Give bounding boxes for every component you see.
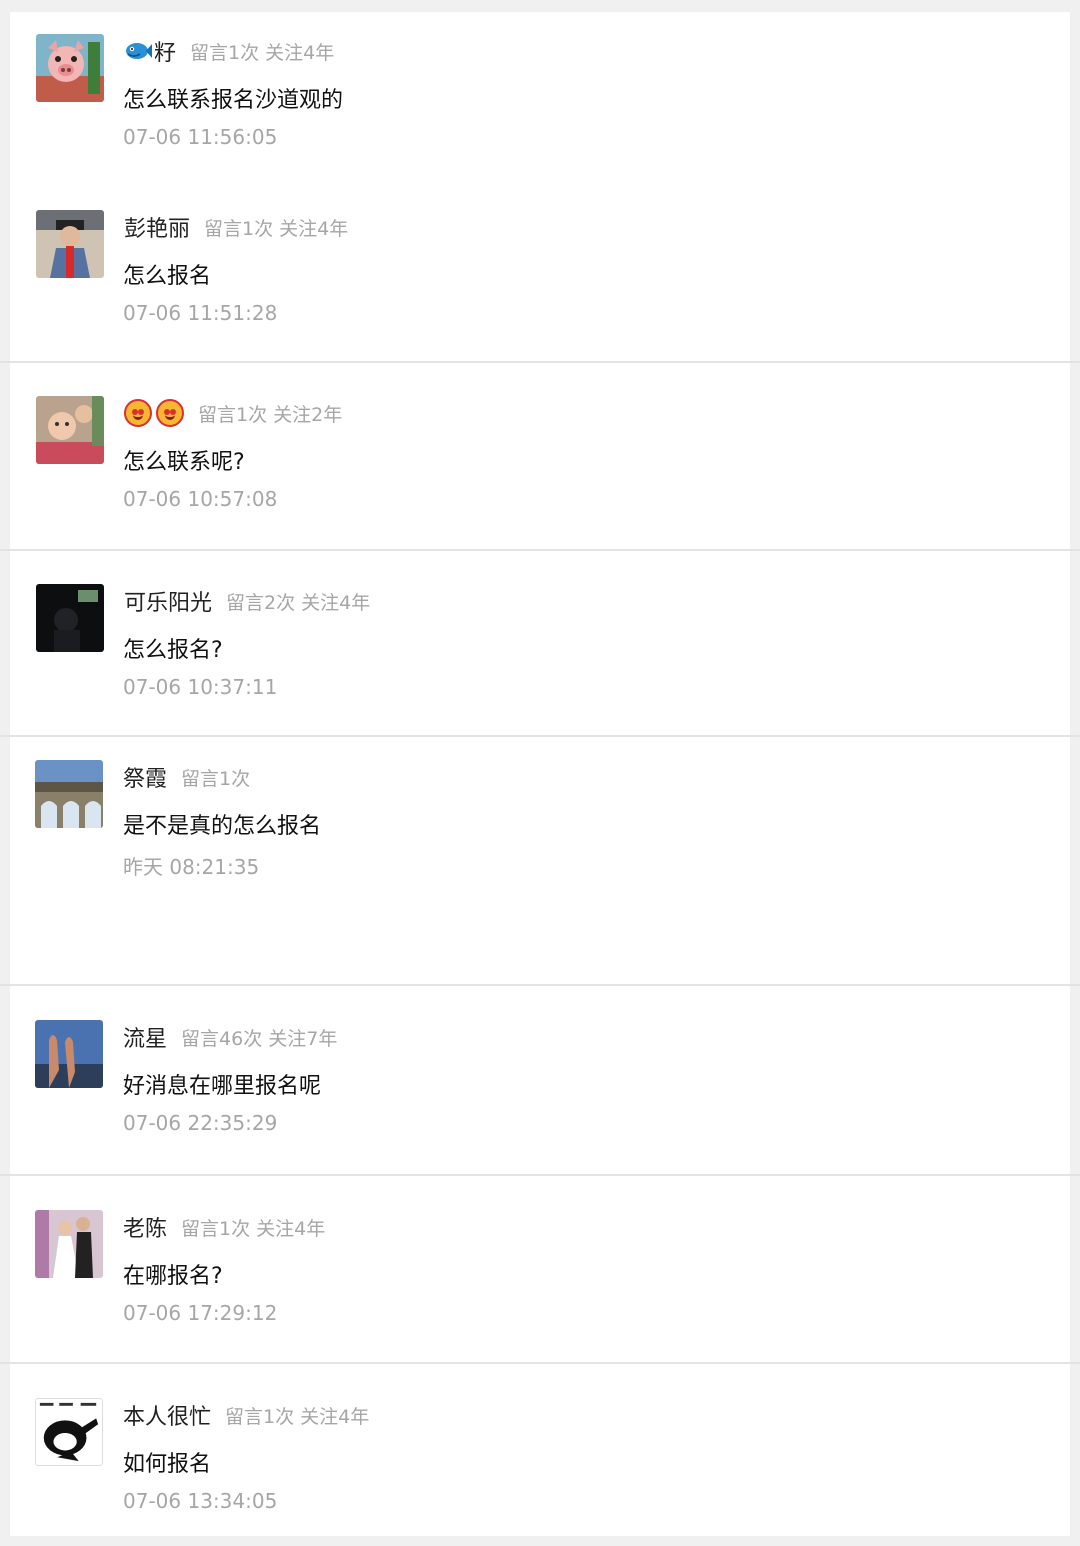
user-stats: 留言46次 关注7年: [181, 1027, 338, 1050]
blue-fish-icon: [126, 43, 152, 59]
comment-time: 昨天 08:21:35: [123, 855, 260, 879]
comment-meta: 留言1次 关注2年: [124, 396, 342, 430]
smiling-devil-emoji-icon: [124, 399, 152, 427]
user-stats: 留言1次 关注4年: [181, 1217, 326, 1240]
comment-meta: 可乐阳光 留言2次 关注4年: [124, 584, 370, 618]
user-name[interactable]: 籽: [154, 35, 176, 67]
comment-meta: 老陈 留言1次 关注4年: [123, 1210, 325, 1244]
user-name[interactable]: 祭霞: [123, 761, 167, 793]
comment-time: 07-06 13:34:05: [123, 1489, 278, 1513]
comment-text: 怎么联系呢?: [123, 450, 245, 475]
comment-text: 怎么联系报名沙道观的: [123, 88, 344, 113]
divider: [0, 361, 1080, 363]
comment-text: 是不是真的怎么报名: [123, 814, 322, 839]
comment-time: 07-06 22:35:29: [123, 1111, 278, 1135]
comment-text: 如何报名: [123, 1452, 212, 1477]
user-stats: 留言2次 关注4年: [226, 591, 371, 614]
comment-meta: 本人很忙 留言1次 关注4年: [123, 1398, 369, 1432]
comment-meta: 祭霞 留言1次: [123, 760, 250, 794]
comment-time: 07-06 11:56:05: [123, 125, 278, 149]
user-stats: 留言1次 关注4年: [190, 41, 335, 64]
user-stats: 留言1次 关注4年: [204, 217, 349, 240]
comment-text: 在哪报名?: [123, 1264, 223, 1289]
comment-time: 07-06 11:51:28: [123, 301, 278, 325]
user-avatar[interactable]: [35, 760, 103, 828]
user-stats: 留言1次 关注4年: [225, 1405, 370, 1428]
smiling-devil-emoji-icon: [156, 399, 184, 427]
user-avatar[interactable]: [36, 210, 104, 278]
user-avatar[interactable]: [35, 1020, 103, 1088]
user-name[interactable]: 彭艳丽: [124, 211, 190, 243]
divider: [0, 735, 1080, 737]
user-stats: 留言1次: [181, 767, 251, 790]
comment-time: 07-06 10:37:11: [123, 675, 278, 699]
comment-list-panel: 籽 留言1次 关注4年 怎么联系报名沙道观的 07-06 11:56:05 彭艳…: [0, 12, 1080, 1536]
user-name[interactable]: 老陈: [123, 1211, 167, 1243]
comment-meta: 流星 留言46次 关注7年: [123, 1020, 337, 1054]
comment-meta: 彭艳丽 留言1次 关注4年: [124, 210, 348, 244]
comment-text: 怎么报名: [123, 264, 212, 289]
comment-time: 07-06 17:29:12: [123, 1301, 278, 1325]
user-avatar[interactable]: [35, 1398, 103, 1466]
divider: [0, 1174, 1080, 1176]
comment-text: 好消息在哪里报名呢: [123, 1074, 322, 1099]
comment-meta: 籽 留言1次 关注4年: [124, 34, 334, 68]
user-name[interactable]: 可乐阳光: [124, 585, 212, 617]
divider: [0, 984, 1080, 986]
user-name[interactable]: 本人很忙: [123, 1399, 211, 1431]
divider: [0, 1362, 1080, 1364]
user-avatar[interactable]: [35, 1210, 103, 1278]
user-avatar[interactable]: [36, 34, 104, 102]
comment-text: 怎么报名?: [123, 638, 223, 663]
user-stats: 留言1次 关注2年: [198, 403, 343, 426]
user-avatar[interactable]: [36, 584, 104, 652]
divider: [0, 549, 1080, 551]
user-avatar[interactable]: [36, 396, 104, 464]
user-name[interactable]: 流星: [123, 1021, 167, 1053]
comment-time: 07-06 10:57:08: [123, 487, 278, 511]
